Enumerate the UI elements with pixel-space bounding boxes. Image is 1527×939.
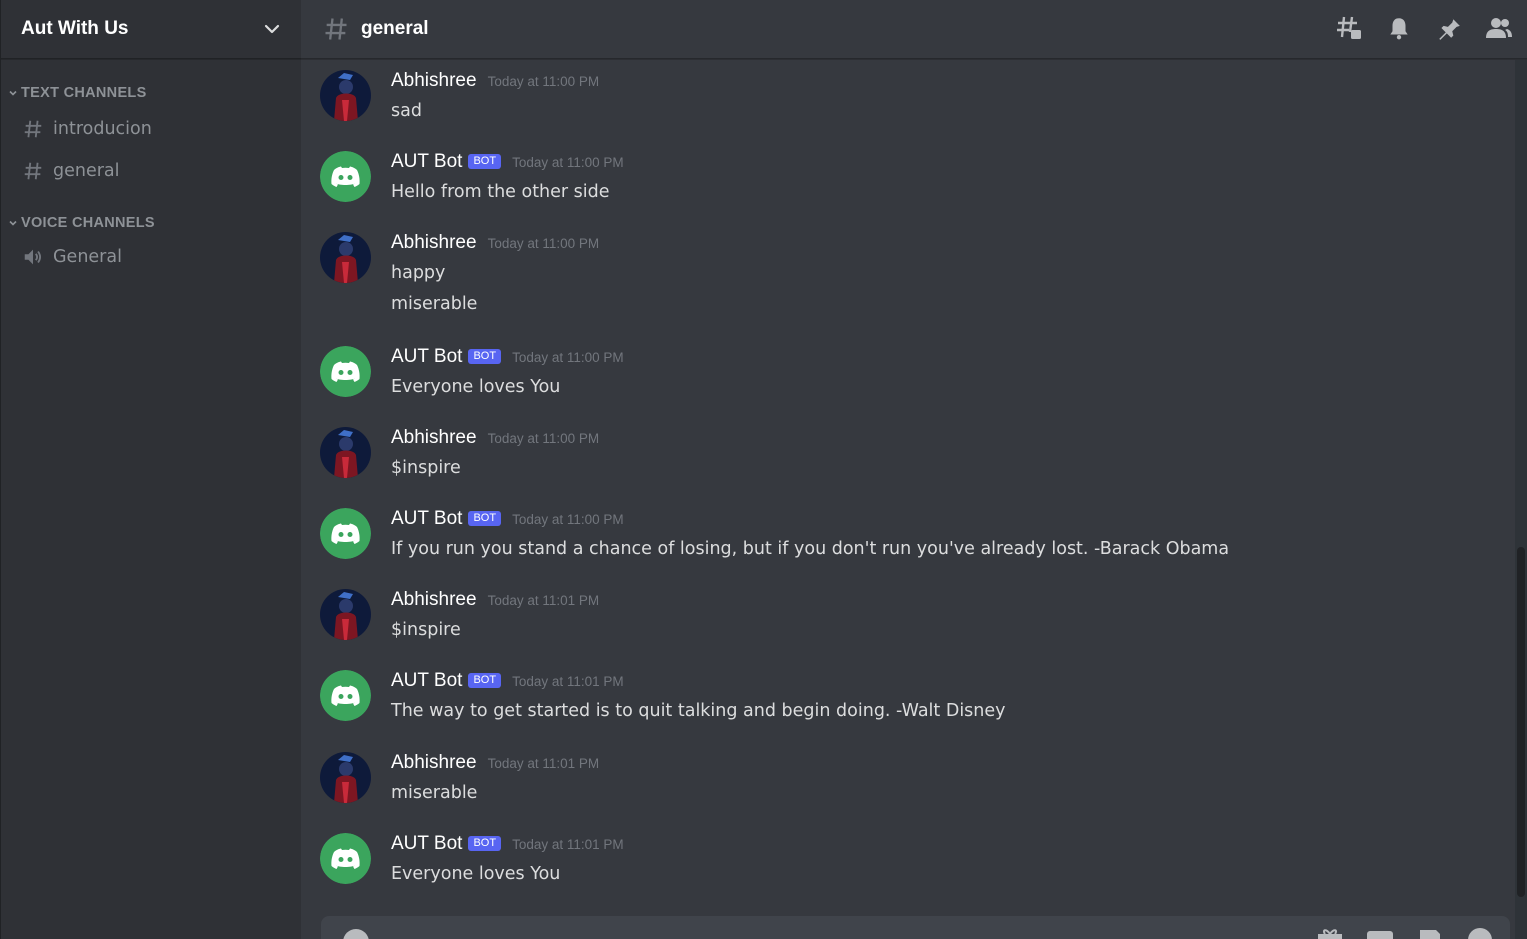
message-text: Hello from the other side [391, 182, 610, 202]
category-voice-channels[interactable]: VOICE CHANNELS [1, 212, 301, 234]
message-text: $inspire [391, 620, 461, 640]
author-name[interactable]: Abhishree [391, 752, 477, 774]
channel-general[interactable]: general [9, 152, 293, 190]
bot-tag: BOT [468, 836, 502, 851]
timestamp: Today at 11:00 PM [512, 155, 624, 170]
message-text: Everyone loves You [391, 864, 561, 884]
voice-channel-general[interactable]: General [9, 238, 293, 276]
category-label: VOICE CHANNELS [21, 215, 155, 231]
message-text: $inspire [391, 458, 461, 478]
avatar[interactable] [320, 232, 371, 283]
author-name[interactable]: AUT Bot [391, 151, 462, 173]
header-toolbar [1335, 13, 1513, 43]
timestamp: Today at 11:01 PM [512, 837, 624, 852]
notification-bell-icon[interactable] [1385, 13, 1413, 43]
avatar[interactable] [320, 833, 371, 884]
message-text: The way to get started is to quit talkin… [391, 701, 1006, 721]
emoji-icon[interactable] [1466, 926, 1494, 939]
speaker-icon [21, 245, 45, 269]
message-text: Everyone loves You [391, 377, 561, 397]
hashtag-icon [21, 117, 45, 141]
pin-icon[interactable] [1435, 13, 1463, 43]
timestamp: Today at 11:00 PM [512, 350, 624, 365]
timestamp: Today at 11:00 PM [512, 512, 624, 527]
server-header[interactable]: Aut With Us [1, 0, 301, 59]
avatar[interactable] [320, 70, 371, 121]
message-list: Abhishree Today at 11:00 PM sad AUT Bot … [301, 60, 1515, 939]
category-text-channels[interactable]: TEXT CHANNELS [1, 82, 301, 104]
bot-tag: BOT [468, 154, 502, 169]
avatar[interactable] [320, 151, 371, 202]
sticker-icon[interactable] [1416, 926, 1444, 939]
channel-sidebar: Aut With Us TEXT CHANNELS introducion ge… [0, 0, 301, 939]
channel-title: general [361, 18, 429, 39]
gif-icon[interactable] [1366, 926, 1394, 939]
timestamp: Today at 11:00 PM [487, 236, 600, 251]
author-name[interactable]: AUT Bot [391, 346, 462, 368]
timestamp: Today at 11:01 PM [487, 756, 600, 771]
chevron-down-icon [264, 24, 280, 34]
author-name[interactable]: AUT Bot [391, 508, 462, 530]
avatar[interactable] [320, 670, 371, 721]
message-text: miserable [391, 783, 478, 803]
avatar[interactable] [320, 427, 371, 478]
timestamp: Today at 11:00 PM [487, 74, 600, 89]
chat-header: general [301, 0, 1527, 59]
author-name[interactable]: Abhishree [391, 589, 477, 611]
threads-icon[interactable] [1335, 13, 1363, 43]
category-label: TEXT CHANNELS [21, 85, 147, 101]
server-name: Aut With Us [21, 18, 129, 39]
chevron-down-icon [9, 90, 17, 96]
member-list-icon[interactable] [1485, 13, 1513, 43]
author-name[interactable]: Abhishree [391, 232, 477, 254]
avatar[interactable] [320, 508, 371, 559]
scrollbar-thumb[interactable] [1517, 547, 1525, 897]
message-text: miserable [391, 294, 478, 314]
bot-tag: BOT [468, 349, 502, 364]
message-composer[interactable] [321, 916, 1510, 939]
upload-plus-icon[interactable] [343, 929, 369, 939]
author-name[interactable]: AUT Bot [391, 833, 462, 855]
timestamp: Today at 11:01 PM [487, 593, 600, 608]
bot-tag: BOT [468, 511, 502, 526]
message-scrollbar[interactable] [1515, 60, 1527, 939]
hashtag-icon [21, 159, 45, 183]
avatar[interactable] [320, 589, 371, 640]
hashtag-icon [325, 18, 347, 40]
channel-introducion[interactable]: introducion [9, 110, 293, 148]
author-name[interactable]: Abhishree [391, 70, 477, 92]
chevron-down-icon [9, 220, 17, 226]
gift-icon[interactable] [1316, 926, 1344, 939]
author-name[interactable]: AUT Bot [391, 670, 462, 692]
author-name[interactable]: Abhishree [391, 427, 477, 449]
timestamp: Today at 11:00 PM [487, 431, 600, 446]
bot-tag: BOT [468, 673, 502, 688]
channel-name: General [53, 247, 122, 267]
message-text: sad [391, 101, 422, 121]
timestamp: Today at 11:01 PM [512, 674, 624, 689]
channel-name: general [53, 161, 120, 181]
composer-toolbar [1316, 926, 1494, 939]
message-text: If you run you stand a chance of losing,… [391, 539, 1230, 559]
message-text: happy [391, 263, 446, 283]
channel-name: introducion [53, 119, 152, 139]
avatar[interactable] [320, 346, 371, 397]
avatar[interactable] [320, 752, 371, 803]
